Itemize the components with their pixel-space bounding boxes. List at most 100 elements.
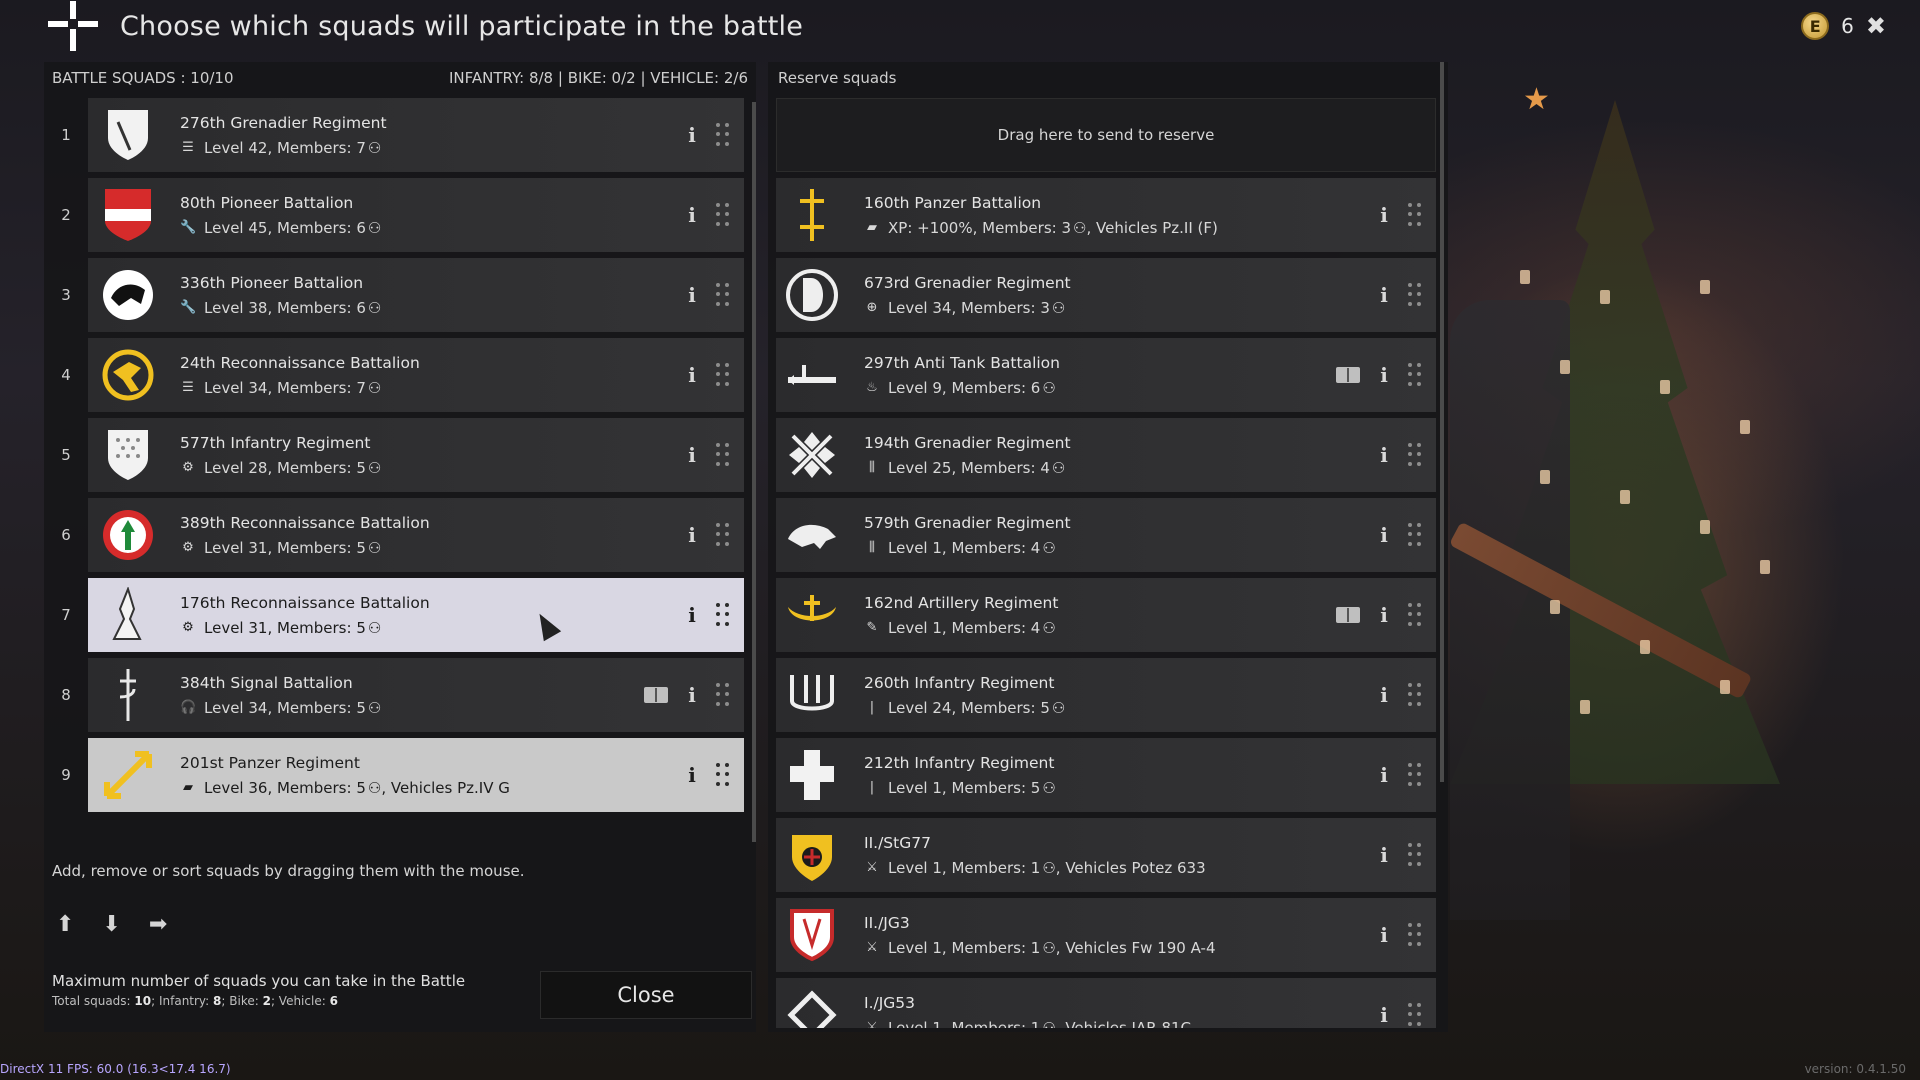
white-figure-emblem — [100, 587, 156, 643]
drag-handle-icon[interactable] — [1408, 763, 1422, 787]
battle-squad-row[interactable]: 4 24th Reconnaissance Battalion ☰ Level 34,… — [44, 338, 750, 412]
reserve-list-scrollbar[interactable] — [1440, 62, 1444, 782]
drag-handle-icon[interactable] — [1408, 1003, 1422, 1027]
info-icon[interactable]: i — [686, 523, 698, 547]
drag-handle-icon[interactable] — [1408, 683, 1422, 707]
squad-card[interactable]: 212th Infantry Regiment | Level 1, Members… — [776, 738, 1436, 812]
info-icon[interactable]: i — [1378, 843, 1390, 867]
squad-name: 260th Infantry Regiment — [864, 673, 1055, 692]
drag-handle-icon[interactable] — [716, 523, 730, 547]
info-icon[interactable]: i — [1378, 923, 1390, 947]
close-button[interactable]: Close — [540, 971, 752, 1019]
info-icon[interactable]: i — [686, 363, 698, 387]
gear-icon: ⚙ — [182, 460, 194, 475]
members-icon: ⚇ — [1042, 778, 1056, 797]
squad-card[interactable]: 384th Signal Battalion 🎧 Level 34, Members… — [88, 658, 744, 732]
drag-handle-icon[interactable] — [716, 443, 730, 467]
drag-handle-icon[interactable] — [716, 203, 730, 227]
reserve-header: Reserve squads — [778, 69, 897, 87]
squad-info: ⚔ Level 1, Members: 1 ⚇, Vehicles Fw 190 A… — [864, 939, 1378, 957]
close-x-icon[interactable]: ✖ — [1866, 12, 1886, 40]
battle-squad-row[interactable]: 7 176th Reconnaissance Battalion ⚙ Level 31… — [44, 578, 750, 652]
battle-squad-row[interactable]: 3 336th Pioneer Battalion 🔧 Level 38, Membe… — [44, 258, 750, 332]
drag-handle-icon[interactable] — [1408, 363, 1422, 387]
info-icon[interactable]: i — [1378, 603, 1390, 627]
reserve-squad-list[interactable]: Drag here to send to reserve 160th Panze… — [776, 98, 1436, 1028]
drag-handle-icon[interactable] — [1408, 443, 1422, 467]
ammo-icon: ⫼ — [869, 460, 875, 475]
info-icon[interactable]: i — [1378, 283, 1390, 307]
squad-info: ⫼ Level 25, Members: 4 ⚇ — [864, 459, 1378, 477]
red-shield-emblem — [100, 187, 156, 243]
battle-squad-row[interactable]: 9 201st Panzer Regiment ▰ Level 36, Members… — [44, 738, 750, 812]
tree-light — [1640, 640, 1650, 654]
squad-card[interactable]: I./JG53 ⚔ Level 1, Members: 1 ⚇, Vehicles I… — [776, 978, 1436, 1028]
drag-handle-icon[interactable] — [1408, 603, 1422, 627]
drag-handle-icon[interactable] — [716, 683, 730, 707]
squad-card[interactable]: 176th Reconnaissance Battalion ⚙ Level 31,… — [88, 578, 744, 652]
squad-card[interactable]: 194th Grenadier Regiment ⫼ Level 25, Membe… — [776, 418, 1436, 492]
drag-handle-icon[interactable] — [1408, 203, 1422, 227]
headphones-icon: 🎧 — [180, 700, 197, 715]
squad-info: 🔧 Level 38, Members: 6 ⚇ — [180, 299, 686, 317]
info-icon[interactable]: i — [1378, 363, 1390, 387]
battle-squad-row[interactable]: 1 276th Grenadier Regiment ☰ Level 42, Memb… — [44, 98, 750, 172]
drag-handle-icon[interactable] — [1408, 523, 1422, 547]
battle-squad-list[interactable]: 1 276th Grenadier Regiment ☰ Level 42, Memb… — [44, 98, 750, 836]
squad-card[interactable]: 336th Pioneer Battalion 🔧 Level 38, Member… — [88, 258, 744, 332]
squad-info: ♨ Level 9, Members: 6 ⚇ — [864, 379, 1336, 397]
info-icon[interactable]: i — [686, 123, 698, 147]
info-icon[interactable]: i — [1378, 763, 1390, 787]
squad-card[interactable]: 260th Infantry Regiment | Level 24, Member… — [776, 658, 1436, 732]
drag-handle-icon[interactable] — [716, 283, 730, 307]
squad-info-text: Level 1, Members: 1 ⚇, Vehicles Fw 190 A-… — [888, 938, 1216, 957]
battle-squad-row[interactable]: 2 80th Pioneer Battalion 🔧 Level 45, Member… — [44, 178, 750, 252]
info-icon[interactable]: i — [686, 283, 698, 307]
drag-handle-icon[interactable] — [716, 123, 730, 147]
arrow-up-icon[interactable]: ⬆ — [56, 912, 74, 937]
info-icon[interactable]: i — [1378, 523, 1390, 547]
info-icon[interactable]: i — [686, 683, 698, 707]
squad-card[interactable]: 389th Reconnaissance Battalion ⚙ Level 31,… — [88, 498, 744, 572]
info-icon[interactable]: i — [686, 603, 698, 627]
info-icon[interactable]: i — [686, 763, 698, 787]
battle-squad-row[interactable]: 6 389th Reconnaissance Battalion ⚙ Level 31… — [44, 498, 750, 572]
arrow-right-icon[interactable]: ➡ — [149, 912, 167, 937]
info-icon[interactable]: i — [686, 203, 698, 227]
drag-handle-icon[interactable] — [1408, 843, 1422, 867]
book-icon[interactable] — [1336, 367, 1360, 383]
battle-squads-count: BATTLE SQUADS : 10/10 — [52, 69, 234, 87]
squad-card[interactable]: 579th Grenadier Regiment ⫼ Level 1, Member… — [776, 498, 1436, 572]
info-icon[interactable]: i — [686, 443, 698, 467]
battle-squad-row[interactable]: 8 384th Signal Battalion 🎧 Level 34, Member… — [44, 658, 750, 732]
squad-card[interactable]: 577th Infantry Regiment ⚙ Level 28, Member… — [88, 418, 744, 492]
drag-handle-icon[interactable] — [716, 763, 730, 787]
squad-card[interactable]: 276th Grenadier Regiment ☰ Level 42, Membe… — [88, 98, 744, 172]
squad-card[interactable]: 160th Panzer Battalion ▰ XP: +100%, Member… — [776, 178, 1436, 252]
squad-card[interactable]: 297th Anti Tank Battalion ♨ Level 9, Membe… — [776, 338, 1436, 412]
squad-name: 384th Signal Battalion — [180, 673, 353, 692]
squad-name: 336th Pioneer Battalion — [180, 273, 364, 292]
drag-handle-icon[interactable] — [1408, 923, 1422, 947]
battle-list-scrollbar[interactable] — [752, 102, 756, 842]
squad-card[interactable]: II./StG77 ⚔ Level 1, Members: 1 ⚇, Vehicles… — [776, 818, 1436, 892]
battle-squad-row[interactable]: 5 577th Infantry Regiment ⚙ Level 28, Membe… — [44, 418, 750, 492]
squad-card[interactable]: 24th Reconnaissance Battalion ☰ Level 34, … — [88, 338, 744, 412]
book-icon[interactable] — [644, 687, 668, 703]
squad-card[interactable]: 673rd Grenadier Regiment ⊕ Level 34, Membe… — [776, 258, 1436, 332]
info-icon[interactable]: i — [1378, 683, 1390, 707]
reserve-drop-zone[interactable]: Drag here to send to reserve — [776, 98, 1436, 172]
drag-handle-icon[interactable] — [716, 603, 730, 627]
squad-card[interactable]: 201st Panzer Regiment ▰ Level 36, Members:… — [88, 738, 744, 812]
arrow-down-icon[interactable]: ⬇ — [102, 912, 120, 937]
info-icon[interactable]: i — [1378, 203, 1390, 227]
book-icon[interactable] — [1336, 607, 1360, 623]
squad-card[interactable]: II./JG3 ⚔ Level 1, Members: 1 ⚇, Vehicles F… — [776, 898, 1436, 972]
squad-card[interactable]: 162nd Artillery Regiment ✎ Level 1, Member… — [776, 578, 1436, 652]
squad-card[interactable]: 80th Pioneer Battalion 🔧 Level 45, Members… — [88, 178, 744, 252]
drag-handle-icon[interactable] — [716, 363, 730, 387]
members-icon: ⚇ — [367, 138, 382, 157]
drag-handle-icon[interactable] — [1408, 283, 1422, 307]
info-icon[interactable]: i — [1378, 1003, 1390, 1027]
info-icon[interactable]: i — [1378, 443, 1390, 467]
